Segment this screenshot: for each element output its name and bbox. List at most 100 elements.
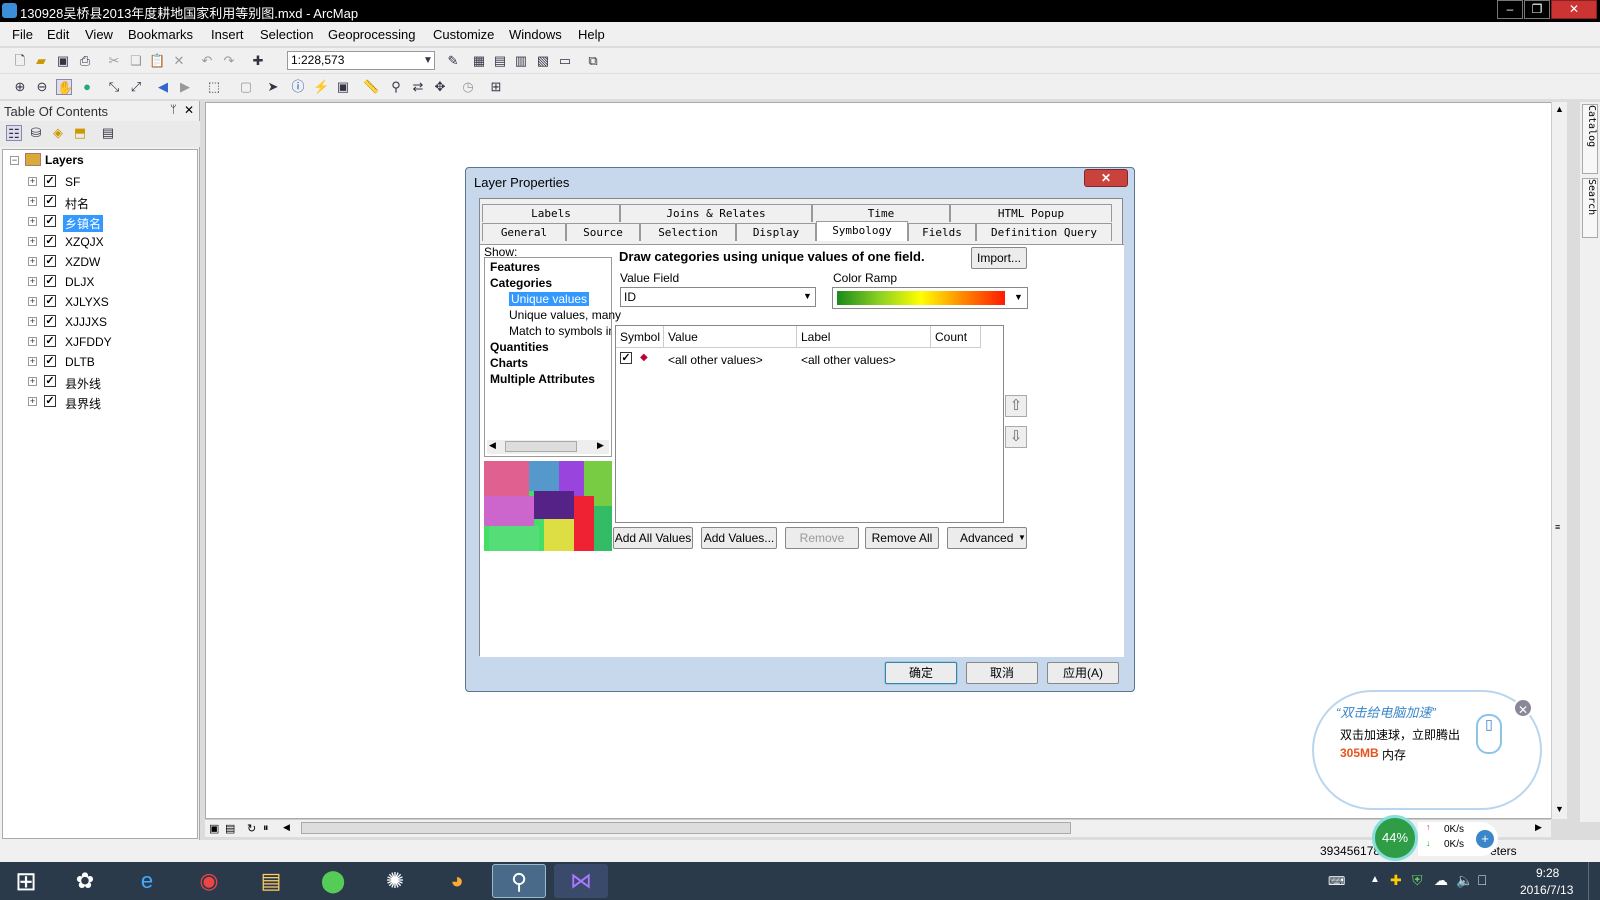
show-desktop-button[interactable] xyxy=(1588,862,1600,900)
menu-view[interactable]: View xyxy=(85,27,113,42)
undo-icon[interactable]: ↶ xyxy=(199,53,215,69)
tray-app-icon[interactable]: ☁ xyxy=(1434,872,1448,889)
start-button[interactable]: ⊞ xyxy=(2,864,50,898)
pan-icon[interactable]: ✋ xyxy=(56,79,73,95)
layer-row[interactable]: + ✓ XJJJXS xyxy=(3,313,193,331)
remove-all-button[interactable]: Remove All xyxy=(865,527,939,549)
time-slider-icon[interactable]: ◷ xyxy=(460,79,476,95)
new-document-icon[interactable]: 🗋 xyxy=(12,53,28,69)
arctoolbox-icon[interactable]: ▧ xyxy=(535,53,551,69)
data-view-icon[interactable]: ▤ xyxy=(225,822,235,835)
show-multiple-attributes[interactable]: Multiple Attributes xyxy=(490,372,595,386)
layer-row[interactable]: + ✓ DLTB xyxy=(3,353,193,371)
tab-general[interactable]: General xyxy=(482,223,566,241)
taskbar-explorer-icon[interactable]: ▤ xyxy=(244,864,298,898)
fixed-zoom-out-icon[interactable]: ⤢ xyxy=(128,79,144,95)
table-icon[interactable]: ▦ xyxy=(471,53,487,69)
layer-name[interactable]: DLTB xyxy=(63,355,97,369)
keyboard-icon[interactable]: ⌨ xyxy=(1328,874,1345,888)
taskbar-app-icon[interactable]: ◕ xyxy=(430,864,484,898)
scroll-grip-icon[interactable]: ≡ xyxy=(1555,522,1560,532)
balloon-close-button[interactable]: ✕ xyxy=(1513,698,1533,718)
taskbar-arcmap-icon[interactable]: ⚲ xyxy=(492,864,546,898)
hyperlink-icon[interactable]: ⚡ xyxy=(313,79,329,95)
volume-icon[interactable]: 🔈 xyxy=(1456,872,1473,889)
layer-name[interactable]: 县界线 xyxy=(63,395,103,412)
horizontal-scroll-thumb[interactable] xyxy=(301,822,1071,834)
show-list-scrollbar[interactable]: ◀ ▶ xyxy=(487,440,609,454)
tab-symbology[interactable]: Symbology xyxy=(816,221,908,241)
forward-extent-icon[interactable]: ▶ xyxy=(177,79,193,95)
taskbar-ie-icon[interactable]: e xyxy=(120,864,174,898)
taskbar-chrome-icon[interactable]: ◉ xyxy=(182,864,236,898)
layer-row[interactable]: + ✓ 村名 xyxy=(3,193,193,211)
layer-row[interactable]: + ✓ XJLYXS xyxy=(3,293,193,311)
tab-joins-relates[interactable]: Joins & Relates xyxy=(620,204,812,222)
taskbar-visual-studio-icon[interactable]: ⋈ xyxy=(554,864,608,898)
find-route-icon[interactable]: ⇄ xyxy=(410,79,426,95)
list-by-source-icon[interactable]: ⛁ xyxy=(28,125,44,141)
layer-row[interactable]: + ✓ 县界线 xyxy=(3,393,193,411)
menu-geoprocessing[interactable]: Geoprocessing xyxy=(328,27,415,42)
tab-time[interactable]: Time xyxy=(812,204,950,222)
scroll-right-icon[interactable]: ▶ xyxy=(1535,822,1542,833)
delete-icon[interactable]: ✕ xyxy=(171,53,187,69)
layer-visibility-checkbox[interactable]: ✓ xyxy=(44,175,56,187)
options-icon[interactable]: ▤ xyxy=(100,125,116,141)
html-popup-icon[interactable]: ▣ xyxy=(335,79,351,95)
print-icon[interactable]: ⎙ xyxy=(77,53,93,69)
expand-icon[interactable]: + xyxy=(28,337,37,346)
show-categories[interactable]: Categories xyxy=(490,276,552,290)
show-unique-values[interactable]: Unique values xyxy=(509,292,590,306)
tab-fields[interactable]: Fields xyxy=(908,223,976,241)
save-icon[interactable]: ▣ xyxy=(55,53,71,69)
tab-display[interactable]: Display xyxy=(736,223,816,241)
menu-bookmarks[interactable]: Bookmarks xyxy=(128,27,193,42)
layer-row[interactable]: + ✓ 乡镇名 xyxy=(3,213,193,232)
paste-icon[interactable]: 📋 xyxy=(149,53,165,69)
collapse-icon[interactable]: − xyxy=(10,156,19,165)
speed-ball-percent[interactable]: 44% xyxy=(1372,815,1418,861)
layer-visibility-checkbox[interactable]: ✓ xyxy=(44,195,56,207)
show-unique-values-many[interactable]: Unique values, many xyxy=(509,308,621,322)
redo-icon[interactable]: ↷ xyxy=(221,53,237,69)
apply-button[interactable]: 应用(A) xyxy=(1047,662,1119,684)
layer-row[interactable]: + ✓ XZDW xyxy=(3,253,193,271)
value-field-select[interactable]: ID ▼ xyxy=(620,287,816,307)
python-window-icon[interactable]: ▭ xyxy=(557,53,573,69)
fixed-zoom-in-icon[interactable]: ⤡ xyxy=(106,79,122,95)
back-extent-icon[interactable]: ◀ xyxy=(155,79,171,95)
expand-icon[interactable]: + xyxy=(28,377,37,386)
layer-visibility-checkbox[interactable]: ✓ xyxy=(44,395,56,407)
close-toc-icon[interactable]: ✕ xyxy=(184,103,194,117)
speedup-balloon[interactable]: “双击给电脑加速” 双击加速球，立即腾出 305MB 内存 ▯ xyxy=(1312,690,1542,810)
layer-row[interactable]: + ✓ XJFDDY xyxy=(3,333,193,351)
import-button[interactable]: Import... xyxy=(971,247,1027,269)
show-charts[interactable]: Charts xyxy=(490,356,528,370)
identify-icon[interactable]: ⓘ xyxy=(290,79,306,95)
clock-date[interactable]: 2016/7/13 xyxy=(1520,883,1573,897)
show-list-scroll-thumb[interactable] xyxy=(505,441,577,452)
layer-name[interactable]: XZDW xyxy=(63,255,102,269)
expand-icon[interactable]: + xyxy=(28,197,37,206)
table-row[interactable]: ✓ ◆ <all other values> <all other values… xyxy=(616,350,1005,370)
vertical-scrollbar[interactable]: ▲ ≡ ▼ xyxy=(1551,102,1567,819)
catalog-tab[interactable]: Catalog xyxy=(1582,104,1598,174)
dialog-close-button[interactable]: ✕ xyxy=(1084,169,1128,187)
tab-definition-query[interactable]: Definition Query xyxy=(976,223,1112,241)
move-up-icon[interactable]: ⇧ xyxy=(1005,395,1027,417)
row-visible-checkbox[interactable]: ✓ xyxy=(620,352,632,364)
layer-name[interactable]: 县外线 xyxy=(63,375,103,392)
layer-row[interactable]: + ✓ DLJX xyxy=(3,273,193,291)
show-match-symbols[interactable]: Match to symbols in a xyxy=(509,324,611,338)
tab-selection[interactable]: Selection xyxy=(640,223,736,241)
search-window-icon[interactable]: ▥ xyxy=(513,53,529,69)
remove-button[interactable]: Remove xyxy=(785,527,859,549)
search-tab[interactable]: Search xyxy=(1582,178,1598,238)
chevron-down-icon[interactable]: ▼ xyxy=(420,53,436,69)
layer-visibility-checkbox[interactable]: ✓ xyxy=(44,275,56,287)
menu-insert[interactable]: Insert xyxy=(211,27,244,42)
menu-customize[interactable]: Customize xyxy=(433,27,494,42)
expand-icon[interactable]: + xyxy=(28,297,37,306)
find-icon[interactable]: ⚲ xyxy=(388,79,404,95)
